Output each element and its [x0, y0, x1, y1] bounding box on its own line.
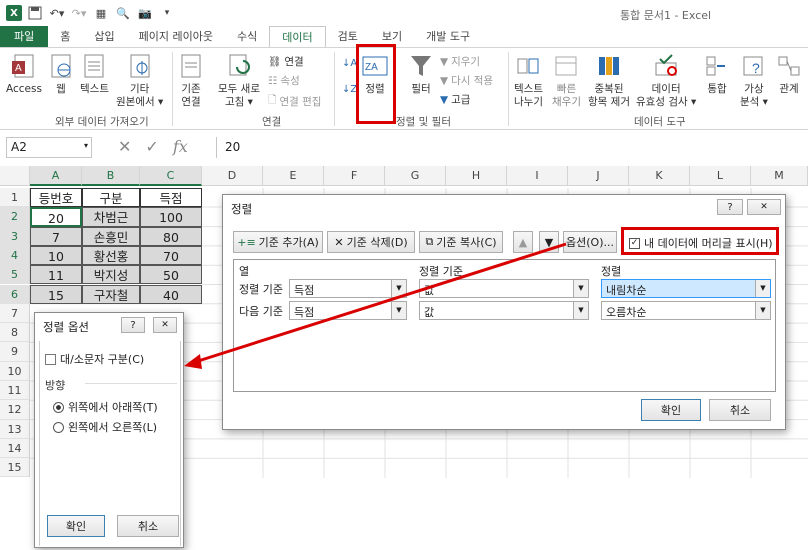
annotation-arrow: [184, 242, 567, 369]
